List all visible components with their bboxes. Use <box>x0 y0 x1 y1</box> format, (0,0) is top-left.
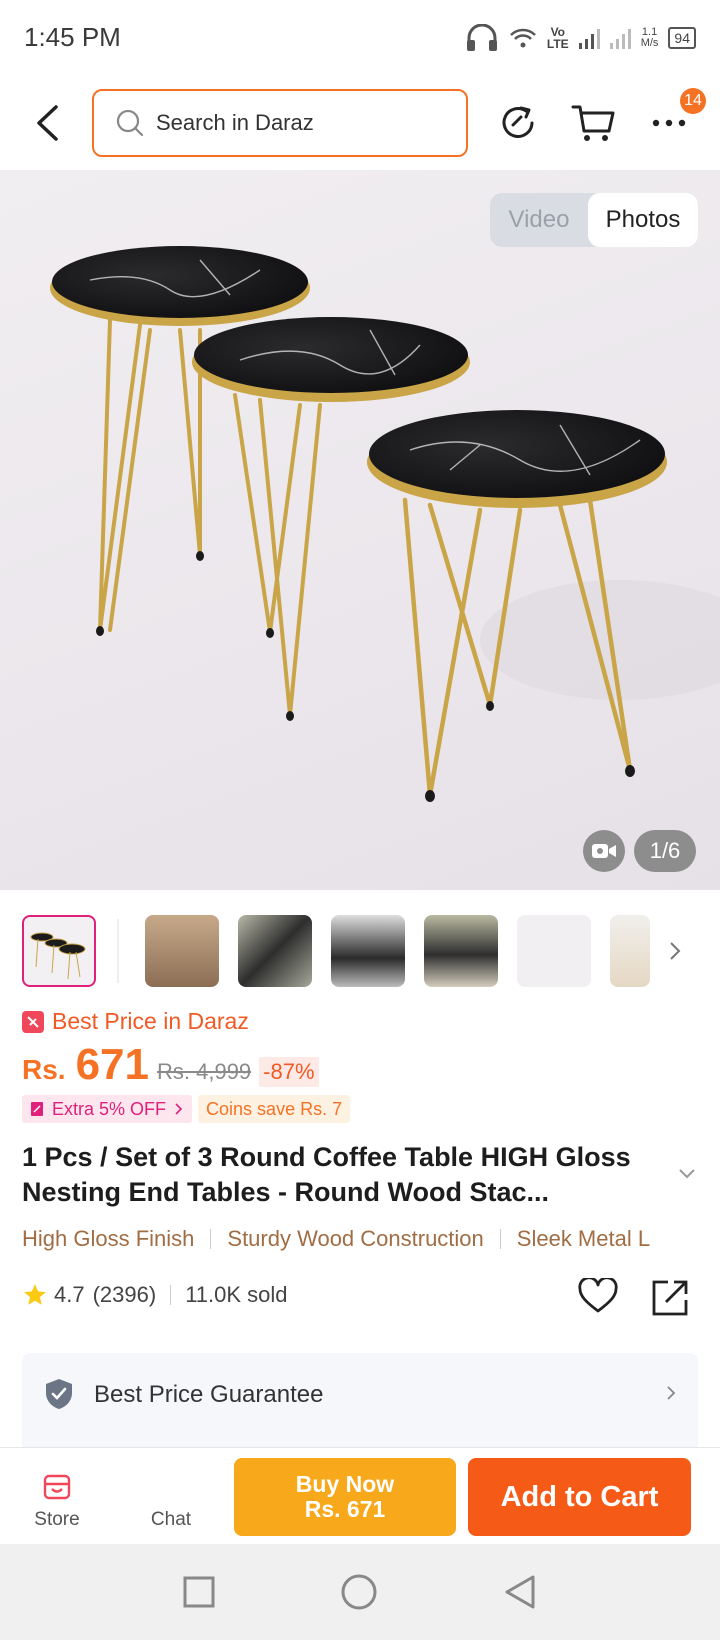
thumbnail-2[interactable] <box>145 915 219 987</box>
signal-icon <box>578 27 600 49</box>
chevron-right-icon[interactable] <box>668 940 682 962</box>
rating-row[interactable]: 4.7 (2396) 11.0K sold <box>22 1282 288 1308</box>
store-icon <box>43 1474 71 1500</box>
net-speed: 1.1 M/s <box>640 25 659 49</box>
share-product-button[interactable] <box>650 1278 690 1323</box>
thumbnail-1[interactable] <box>22 915 96 987</box>
thumbnail-3[interactable] <box>238 915 312 987</box>
search-placeholder: Search in Daraz <box>156 109 314 135</box>
bottom-action-bar: Store Chat Buy Now Rs. 671 Add to Cart <box>0 1447 720 1544</box>
back-button[interactable] <box>22 98 72 148</box>
tab-video[interactable]: Video <box>490 206 588 234</box>
price-tag-icon <box>22 1010 44 1033</box>
wifi-icon <box>510 28 536 47</box>
system-nav-bar <box>0 1544 720 1640</box>
circle-icon[interactable] <box>340 1573 378 1611</box>
media-toggle: Video Photos <box>490 193 698 247</box>
search-input[interactable]: Search in Daraz <box>92 88 468 157</box>
star-icon <box>24 1284 46 1305</box>
heart-icon <box>578 1276 618 1313</box>
product-hero-image[interactable]: Video Photos 1/6 <box>0 170 720 890</box>
store-button[interactable]: Store <box>0 1451 114 1541</box>
share-out-icon <box>652 1280 688 1316</box>
currency: Rs. <box>22 1054 66 1085</box>
chevron-down-icon[interactable] <box>678 1168 696 1180</box>
share-icon <box>502 106 534 138</box>
chat-button[interactable]: Chat <box>114 1451 228 1541</box>
best-price-guarantee[interactable]: Best Price Guarantee <box>22 1353 698 1453</box>
play-video-button[interactable] <box>583 830 625 872</box>
add-to-cart-button[interactable]: Add to Cart <box>468 1458 691 1536</box>
extra-off-promo[interactable]: Extra 5% OFF <box>22 1095 193 1123</box>
triangle-back-icon[interactable] <box>503 1574 537 1610</box>
top-header: Search in Daraz 14 <box>0 75 720 170</box>
rating-count: (2396) <box>92 1282 157 1307</box>
battery-icon: 94 <box>668 26 696 49</box>
sold-count: 11.0K sold <box>185 1282 288 1307</box>
buy-now-button[interactable]: Buy Now Rs. 671 <box>234 1458 456 1536</box>
status-bar: 1:45 PM Vo LTE 1.1 M/s 94 <box>0 0 720 75</box>
feature-item: Sleek Metal L <box>516 1226 651 1251</box>
video-camera-icon <box>592 844 616 858</box>
thumbnail-5[interactable] <box>424 915 498 987</box>
thumbnail-7[interactable] <box>610 915 650 987</box>
status-icons: Vo LTE 1.1 M/s 94 <box>465 23 696 52</box>
feature-item: Sturdy Wood Construction <box>227 1226 484 1251</box>
voucher-icon <box>31 1102 43 1116</box>
feature-highlights: High Gloss Finish Sturdy Wood Constructi… <box>22 1226 720 1252</box>
chevron-right-icon <box>667 1386 676 1400</box>
status-time: 1:45 PM <box>24 22 121 52</box>
coins-promo[interactable]: Coins save Rs. 7 <box>198 1095 351 1123</box>
divider <box>210 1229 212 1249</box>
thumbnail-6[interactable] <box>517 915 591 987</box>
feature-item: High Gloss Finish <box>22 1226 195 1251</box>
chevron-right-icon <box>175 1103 183 1115</box>
product-title: 1 Pcs / Set of 3 Round Coffee Table HIGH… <box>22 1142 631 1207</box>
rating-value: 4.7 <box>54 1282 85 1307</box>
shield-check-icon <box>46 1379 72 1409</box>
wishlist-button[interactable] <box>578 1276 618 1319</box>
promo-row: Extra 5% OFF Coins save Rs. 7 <box>22 1095 351 1123</box>
more-icon <box>652 119 686 126</box>
discount-badge: -87% <box>259 1057 319 1087</box>
price: 671 <box>75 1040 149 1089</box>
signal-2-icon <box>609 27 631 49</box>
more-button[interactable]: 14 <box>644 87 706 148</box>
original-price: Rs. 4,999 <box>157 1059 252 1084</box>
square-icon[interactable] <box>183 1576 215 1608</box>
thumbnail-divider <box>117 919 119 983</box>
notification-badge: 14 <box>680 87 706 114</box>
price-row: Rs. 671 Rs. 4,999 -87% <box>22 1040 319 1090</box>
thumbnail-strip <box>0 913 720 989</box>
divider <box>499 1229 501 1249</box>
thumbnail-4[interactable] <box>331 915 405 987</box>
share-button[interactable] <box>494 98 544 148</box>
headset-icon <box>466 23 497 51</box>
search-icon <box>116 109 144 136</box>
image-counter: 1/6 <box>634 830 696 872</box>
divider <box>170 1285 172 1305</box>
tab-photos[interactable]: Photos <box>588 193 698 247</box>
back-icon <box>37 104 58 141</box>
cart-button[interactable] <box>568 98 618 148</box>
product-photo-tables <box>50 246 720 802</box>
volte-indicator: Vo LTE <box>546 24 569 51</box>
best-price-label: Best Price in Daraz <box>22 1008 249 1035</box>
cart-icon <box>571 105 615 141</box>
